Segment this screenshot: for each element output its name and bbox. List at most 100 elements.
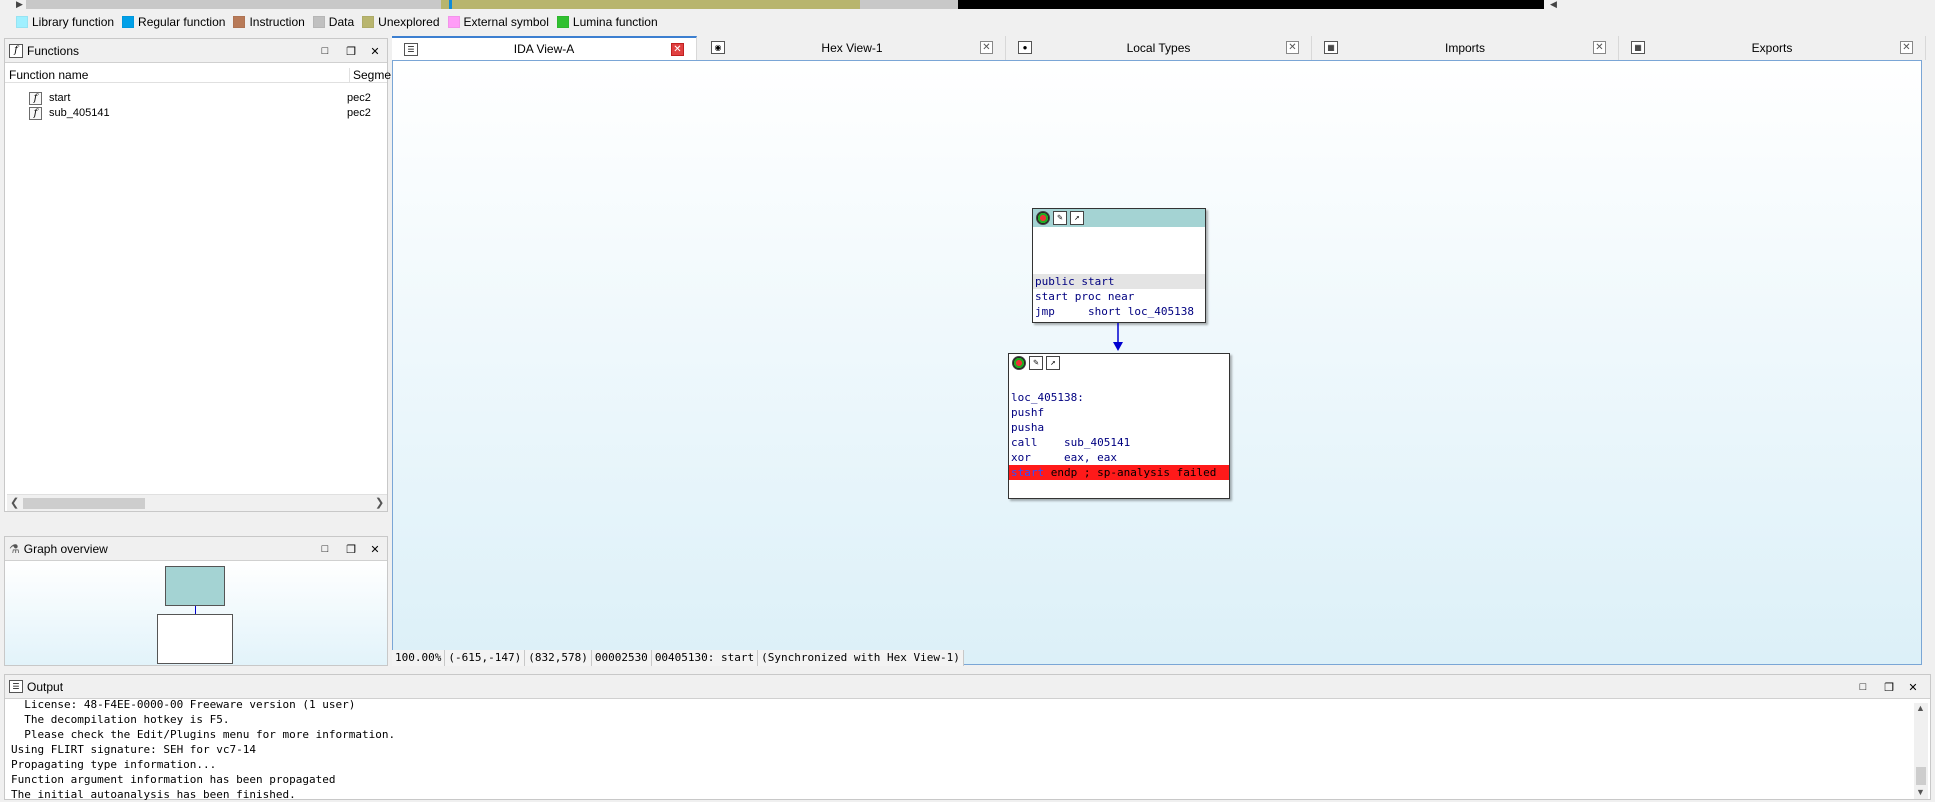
- graph-overview-canvas[interactable]: [5, 562, 387, 665]
- close-icon[interactable]: ✕: [1905, 679, 1921, 695]
- tab-bar: ☰ IDA View-A ✕ ◉ Hex View-1 ✕ ● Local Ty…: [392, 36, 1935, 60]
- output-line: Propagating type information...: [11, 758, 217, 771]
- scrollbar-thumb[interactable]: [1916, 767, 1926, 785]
- tab-imports[interactable]: ▦ Imports ✕: [1312, 36, 1619, 60]
- tab-local-types[interactable]: ● Local Types ✕: [1006, 36, 1312, 60]
- maximize-icon[interactable]: □: [317, 43, 333, 59]
- tab-label: Hex View-1: [821, 41, 883, 55]
- functions-icon: f: [9, 43, 23, 58]
- zoom-level: 100.00%: [392, 650, 446, 666]
- function-icon: f: [29, 107, 42, 120]
- navband-segment-data[interactable]: [26, 0, 441, 9]
- scroll-right-icon[interactable]: ❯: [375, 496, 384, 509]
- graph-overview-icon: ⚗: [9, 541, 20, 556]
- panel-title: Functions: [27, 43, 80, 58]
- function-name: start: [49, 92, 71, 104]
- navband-segment-external[interactable]: [958, 0, 1544, 9]
- table-row[interactable]: f sub_405141 pec2: [5, 106, 387, 121]
- node-spacer: [1009, 372, 1229, 390]
- node-rename-icon[interactable]: ✎: [1029, 356, 1043, 370]
- code-line[interactable]: loc_405138:: [1009, 390, 1229, 405]
- graph-edge: [1113, 323, 1123, 351]
- navigation-band[interactable]: ▶ ◀: [0, 0, 1935, 9]
- node-group-icon[interactable]: ↗: [1070, 211, 1084, 225]
- output-panel-titlebar[interactable]: ☰ Output: [5, 675, 1930, 699]
- tab-hex-view-1[interactable]: ◉ Hex View-1 ✕: [699, 36, 1006, 60]
- legend-swatch: [122, 16, 135, 28]
- close-icon[interactable]: ✕: [671, 43, 684, 56]
- tab-label: Imports: [1444, 41, 1485, 55]
- navband-segment-unexplored-2[interactable]: [452, 0, 860, 9]
- legend-item: Unexplored: [362, 15, 440, 29]
- error-label[interactable]: start: [1011, 466, 1044, 479]
- float-icon[interactable]: ❐: [1881, 679, 1897, 695]
- output-icon: ☰: [9, 680, 23, 693]
- code-line[interactable]: call sub_405141: [1009, 435, 1229, 450]
- close-icon[interactable]: ✕: [1593, 41, 1606, 54]
- legend-item: External symbol: [447, 15, 549, 29]
- output-line: Using FLIRT signature: SEH for vc7-14: [11, 743, 257, 756]
- graph-node-loc-405138[interactable]: ✎ ↗ loc_405138: pushf pusha call sub_405…: [1008, 353, 1230, 499]
- close-icon[interactable]: ✕: [1900, 41, 1913, 54]
- maximize-icon[interactable]: □: [317, 541, 333, 557]
- close-icon[interactable]: ✕: [980, 41, 993, 54]
- graph-coords: (832,578): [525, 650, 592, 666]
- tab-label: Local Types: [1126, 41, 1191, 55]
- code-line-error[interactable]: start endp ; sp-analysis failed: [1009, 465, 1229, 480]
- tab-label: Exports: [1751, 41, 1793, 55]
- horizontal-scrollbar[interactable]: ❮ ❯: [7, 494, 387, 511]
- overview-node-start[interactable]: [165, 566, 225, 606]
- node-rename-icon[interactable]: ✎: [1053, 211, 1067, 225]
- float-icon[interactable]: ❐: [343, 43, 359, 59]
- close-icon[interactable]: ✕: [367, 43, 383, 59]
- function-segment: pec2: [347, 107, 371, 119]
- output-line: License: 48-F4EE-0000-00 Freeware versio…: [11, 698, 356, 711]
- legend-item: Regular function: [122, 15, 225, 29]
- nav-right-arrow-icon[interactable]: ◀: [1550, 0, 1557, 9]
- legend: Library function Regular function Instru…: [0, 12, 658, 32]
- code-line[interactable]: pushf: [1009, 405, 1229, 420]
- code-line[interactable]: jmp short loc_405138: [1033, 304, 1205, 319]
- close-icon[interactable]: ✕: [367, 541, 383, 557]
- graph-status-line: 100.00% (-615,-147) (832,578) 00002530 0…: [392, 650, 964, 666]
- function-segment: pec2: [347, 92, 371, 104]
- nav-left-arrow-icon[interactable]: ▶: [16, 0, 23, 9]
- mouse-coords: (-615,-147): [445, 650, 526, 666]
- tab-ida-view-a[interactable]: ☰ IDA View-A ✕: [392, 36, 697, 60]
- scrollbar-thumb[interactable]: [23, 498, 145, 509]
- output-line: Please check the Edit/Plugins menu for m…: [11, 728, 396, 741]
- graph-node-start[interactable]: ✎ ↗ public start start proc near jmp sho…: [1032, 208, 1206, 323]
- code-line[interactable]: xor eax, eax: [1009, 450, 1229, 465]
- code-line[interactable]: pusha: [1009, 420, 1229, 435]
- overview-node-loc[interactable]: [157, 614, 233, 664]
- legend-item: Instruction: [233, 15, 305, 29]
- legend-swatch: [312, 16, 325, 28]
- legend-swatch: [16, 16, 28, 28]
- scroll-up-icon[interactable]: ▲: [1916, 703, 1925, 713]
- column-header-function-name[interactable]: Function name: [9, 68, 88, 82]
- scroll-down-icon[interactable]: ▼: [1916, 787, 1925, 797]
- panel-title: Output: [27, 679, 64, 694]
- navband-segment-unexplored[interactable]: [441, 0, 449, 9]
- node-color-icon[interactable]: [1036, 211, 1050, 225]
- close-icon[interactable]: ✕: [1286, 41, 1299, 54]
- tab-exports[interactable]: ▦ Exports ✕: [1619, 36, 1926, 60]
- node-color-icon[interactable]: [1012, 356, 1026, 370]
- code-line[interactable]: start proc near: [1033, 289, 1205, 304]
- navband-segment-data-2[interactable]: [860, 0, 958, 9]
- float-icon[interactable]: ❐: [343, 541, 359, 557]
- node-header[interactable]: ✎ ↗: [1009, 354, 1229, 372]
- table-row[interactable]: f start pec2: [5, 91, 387, 106]
- panel-title: Graph overview: [23, 541, 108, 556]
- scroll-left-icon[interactable]: ❮: [10, 496, 19, 509]
- vertical-scrollbar[interactable]: ▲ ▼: [1914, 703, 1928, 799]
- output-line: The decompilation hotkey is F5.: [11, 713, 230, 726]
- legend-swatch: [447, 16, 460, 28]
- code-line[interactable]: public start: [1033, 274, 1205, 289]
- function-icon: f: [29, 92, 42, 105]
- node-header[interactable]: ✎ ↗: [1033, 209, 1205, 227]
- column-header-segment[interactable]: Segme: [349, 68, 391, 82]
- ida-view-graph[interactable]: ✎ ↗ public start start proc near jmp sho…: [392, 60, 1922, 665]
- maximize-icon[interactable]: □: [1855, 679, 1871, 695]
- node-group-icon[interactable]: ↗: [1046, 356, 1060, 370]
